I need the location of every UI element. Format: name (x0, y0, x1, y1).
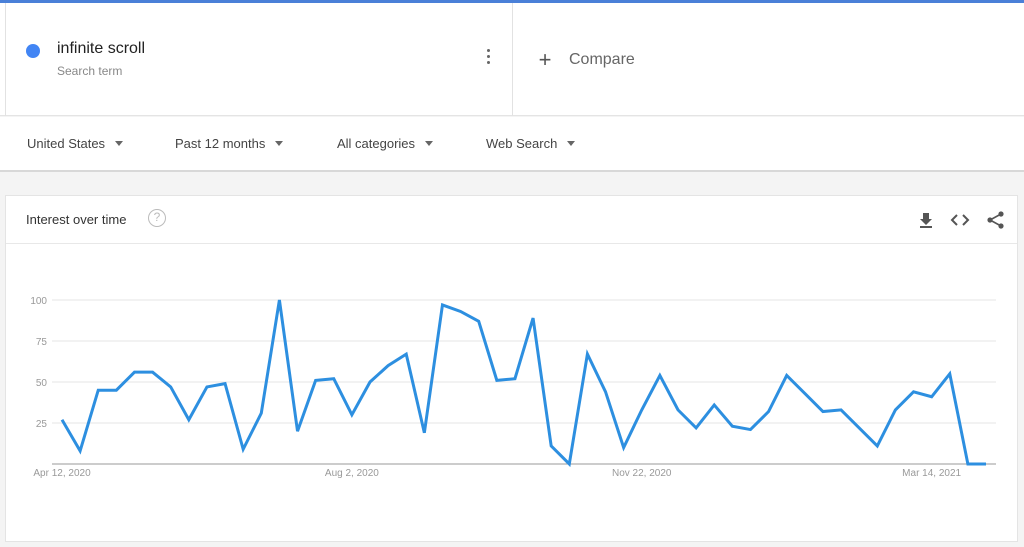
data-point[interactable] (728, 422, 736, 430)
y-tick-label: 50 (36, 378, 48, 389)
data-point[interactable] (58, 416, 66, 424)
data-point[interactable] (783, 371, 791, 379)
data-point[interactable] (294, 427, 302, 435)
data-point[interactable] (602, 388, 610, 396)
x-tick-label: Mar 14, 2021 (902, 468, 961, 479)
data-point[interactable] (130, 368, 138, 376)
data-point[interactable] (765, 408, 773, 416)
data-point[interactable] (420, 429, 428, 437)
data-point[interactable] (239, 445, 247, 453)
data-point[interactable] (312, 376, 320, 384)
x-tick-label: Apr 12, 2020 (33, 468, 91, 479)
data-point[interactable] (855, 424, 863, 432)
chart-area: 25 50 75 100 Apr 12, 2020 Aug 2, 2020 Nov 22,… (0, 0, 1024, 542)
data-point[interactable] (76, 447, 84, 455)
data-point[interactable] (185, 416, 193, 424)
y-tick-label: 100 (30, 296, 47, 307)
data-point[interactable] (964, 460, 972, 468)
data-point[interactable] (384, 362, 392, 370)
data-point[interactable] (475, 317, 483, 325)
data-point[interactable] (982, 460, 990, 468)
data-point[interactable] (928, 393, 936, 401)
data-point[interactable] (547, 442, 555, 450)
data-point[interactable] (656, 371, 664, 379)
data-point[interactable] (819, 408, 827, 416)
x-tick-label: Aug 2, 2020 (325, 468, 379, 479)
data-point[interactable] (873, 442, 881, 450)
data-point[interactable] (638, 406, 646, 414)
data-point[interactable] (891, 406, 899, 414)
data-point[interactable] (438, 301, 446, 309)
data-point[interactable] (493, 376, 501, 384)
y-tick-label: 25 (36, 419, 48, 430)
data-point[interactable] (457, 307, 465, 315)
data-point[interactable] (801, 389, 809, 397)
data-point[interactable] (221, 380, 229, 388)
data-point[interactable] (167, 383, 175, 391)
data-point[interactable] (348, 411, 356, 419)
data-point[interactable] (203, 383, 211, 391)
data-point[interactable] (112, 386, 120, 394)
interest-line-chart[interactable]: 25 50 75 100 Apr 12, 2020 Aug 2, 2020 Nov 22,… (0, 0, 1024, 542)
data-point[interactable] (275, 296, 283, 304)
data-point[interactable] (529, 314, 537, 322)
data-point[interactable] (402, 350, 410, 358)
data-point[interactable] (910, 388, 918, 396)
data-point[interactable] (565, 460, 573, 468)
data-point[interactable] (674, 406, 682, 414)
data-point[interactable] (257, 409, 265, 417)
x-tick-label: Nov 22, 2020 (612, 468, 672, 479)
data-point[interactable] (583, 350, 591, 358)
data-point[interactable] (620, 444, 628, 452)
data-point[interactable] (710, 401, 718, 409)
data-point[interactable] (149, 368, 157, 376)
data-point[interactable] (94, 386, 102, 394)
data-point[interactable] (746, 426, 754, 434)
data-point[interactable] (692, 424, 700, 432)
data-point[interactable] (837, 406, 845, 414)
data-point[interactable] (946, 370, 954, 378)
y-tick-label: 75 (36, 337, 48, 348)
data-point[interactable] (366, 378, 374, 386)
data-point[interactable] (330, 375, 338, 383)
data-point[interactable] (511, 375, 519, 383)
